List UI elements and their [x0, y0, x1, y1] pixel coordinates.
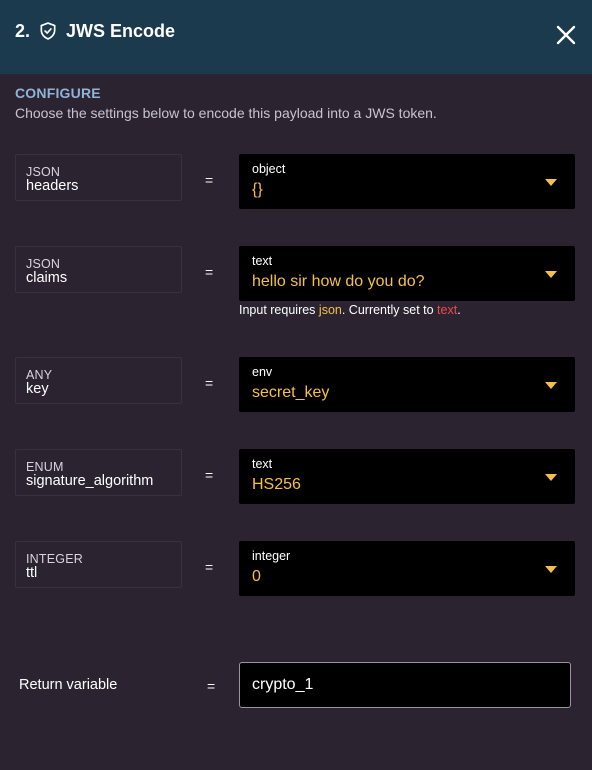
caret-down-icon[interactable] [545, 271, 557, 278]
caret-down-icon[interactable] [545, 179, 557, 186]
param-name: headers [26, 178, 79, 194]
equals-sign: = [207, 678, 216, 694]
modal-header: 2. JWS Encode [0, 0, 592, 74]
shield-check-icon [40, 22, 56, 40]
type-warning: Input requires json. Currently set to te… [239, 303, 461, 317]
value-text: {} [252, 181, 263, 198]
param-box: ENUM signature_algorithm [15, 449, 182, 496]
param-type: INTEGER [26, 552, 83, 566]
param-box: JSON headers [15, 154, 182, 201]
param-type: JSON [26, 165, 61, 179]
equals-sign: = [205, 559, 214, 575]
value-text: HS256 [252, 476, 301, 493]
param-type: JSON [26, 257, 61, 271]
warning-prefix: Input requires [239, 303, 319, 317]
caret-down-icon[interactable] [545, 382, 557, 389]
param-box: ANY key [15, 357, 182, 404]
warning-suffix: . [457, 303, 461, 317]
caret-down-icon[interactable] [545, 566, 557, 573]
return-variable-input[interactable] [239, 662, 571, 708]
modal-title: JWS Encode [66, 21, 176, 41]
value-type: text [252, 457, 273, 471]
value-select-key[interactable]: env secret_key [239, 357, 575, 412]
param-type: ANY [26, 368, 53, 382]
return-variable-label: Return variable [19, 677, 118, 693]
value-text: 0 [252, 568, 261, 585]
value-text: secret_key [252, 384, 330, 401]
value-type: object [252, 162, 286, 176]
param-name: claims [26, 270, 68, 286]
equals-sign: = [205, 172, 214, 188]
warning-current-type: text [437, 303, 458, 317]
caret-down-icon[interactable] [545, 474, 557, 481]
equals-sign: = [205, 467, 214, 483]
value-type: text [252, 254, 273, 268]
step-number: 2. [15, 21, 31, 41]
warning-required-type: json [318, 303, 342, 317]
param-box: JSON claims [15, 246, 182, 293]
warning-middle: . Currently set to [341, 303, 438, 317]
value-type: env [252, 365, 273, 379]
configure-label: CONFIGURE [15, 85, 101, 101]
param-name: key [26, 381, 49, 397]
equals-sign: = [205, 264, 214, 280]
close-icon[interactable] [555, 24, 577, 46]
param-type: ENUM [26, 460, 64, 474]
value-text: hello sir how do you do? [252, 273, 425, 290]
value-select-headers[interactable]: object {} [239, 154, 575, 209]
equals-sign: = [205, 375, 214, 391]
configure-description: Choose the settings below to encode this… [15, 105, 437, 121]
value-type: integer [252, 549, 291, 563]
param-name: signature_algorithm [26, 473, 154, 489]
param-name: ttl [26, 565, 38, 581]
value-select-ttl[interactable]: integer 0 [239, 541, 575, 596]
value-select-signature-algorithm[interactable]: text HS256 [239, 449, 575, 504]
param-box: INTEGER ttl [15, 541, 182, 588]
value-select-claims[interactable]: text hello sir how do you do? [239, 246, 575, 301]
